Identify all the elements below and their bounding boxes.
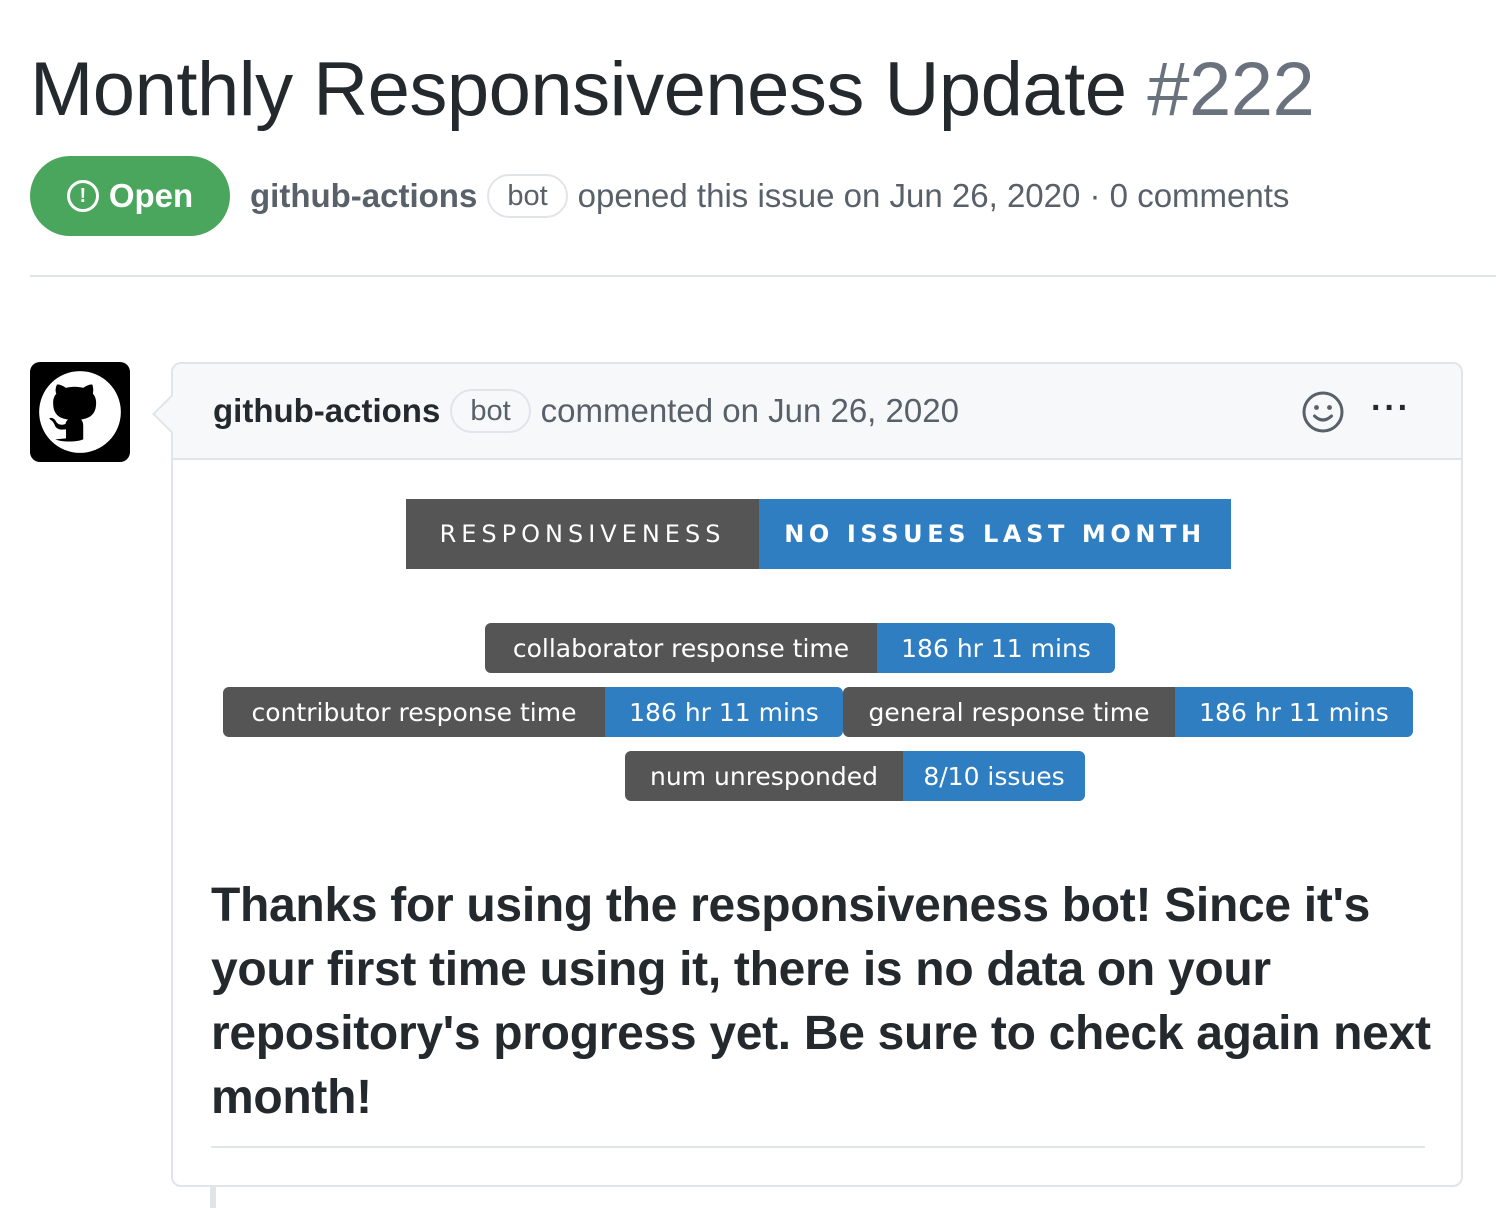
issue-number: #222 <box>1147 47 1315 132</box>
comment-author-bot-label: bot <box>450 389 531 433</box>
responsiveness-badge-label: RESPONSIVENESS <box>406 499 759 569</box>
timeline-line <box>210 1187 216 1208</box>
issue-meta-text: opened this issue on Jun 26, 2020 · 0 co… <box>577 177 1290 214</box>
smiley-icon <box>1302 391 1344 433</box>
responsiveness-badge-value: NO ISSUES LAST MONTH <box>759 499 1231 569</box>
comment-meta-text[interactable]: commented on Jun 26, 2020 <box>541 392 959 430</box>
collaborator-response-badge[interactable]: collaborator response time 186 hr 11 min… <box>485 623 1115 673</box>
badge-value: 186 hr 11 mins <box>1175 687 1413 737</box>
issue-state-label: Open <box>108 177 194 214</box>
issue-title: Monthly Responsiveness Update #222 <box>30 44 1315 136</box>
contributor-response-badge[interactable]: contributor response time 186 hr 11 mins <box>223 687 843 737</box>
issue-title-text: Monthly Responsiveness Update <box>30 47 1127 132</box>
badge-label: general response time <box>843 687 1175 737</box>
num-unresponded-badge[interactable]: num unresponded 8/10 issues <box>625 751 1085 801</box>
github-logo-icon <box>39 371 121 453</box>
issue-author-link[interactable]: github-actions <box>250 177 477 215</box>
add-reaction-button[interactable] <box>1301 390 1345 434</box>
comment-box: github-actions bot commented on Jun 26, … <box>152 362 1463 1187</box>
kebab-horizontal-icon: ··· <box>1371 389 1411 427</box>
comment-header: github-actions bot commented on Jun 26, … <box>173 364 1461 460</box>
avatar[interactable] <box>30 362 130 462</box>
issue-meta: github-actions bot opened this issue on … <box>250 174 1289 218</box>
comment-author-link[interactable]: github-actions <box>213 392 440 430</box>
comment-body-heading: Thanks for using the responsiveness bot!… <box>211 879 1431 1124</box>
header-divider <box>30 275 1496 277</box>
issue-state-badge: ! Open <box>30 156 230 236</box>
badge-value: 8/10 issues <box>903 751 1085 801</box>
badge-value: 186 hr 11 mins <box>877 623 1115 673</box>
badge-value: 186 hr 11 mins <box>605 687 843 737</box>
badge-label: collaborator response time <box>485 623 877 673</box>
comment-meta: github-actions bot commented on Jun 26, … <box>213 388 959 434</box>
responsiveness-badge[interactable]: RESPONSIVENESS NO ISSUES LAST MONTH <box>406 499 1231 569</box>
issue-opened-icon: ! <box>66 180 99 212</box>
comment-options-button[interactable]: ··· <box>1363 386 1419 430</box>
badge-label: num unresponded <box>625 751 903 801</box>
general-response-badge[interactable]: general response time 186 hr 11 mins <box>843 687 1413 737</box>
comment-body-divider <box>211 1146 1425 1148</box>
badge-label: contributor response time <box>223 687 605 737</box>
issue-author-bot-label: bot <box>487 174 568 218</box>
